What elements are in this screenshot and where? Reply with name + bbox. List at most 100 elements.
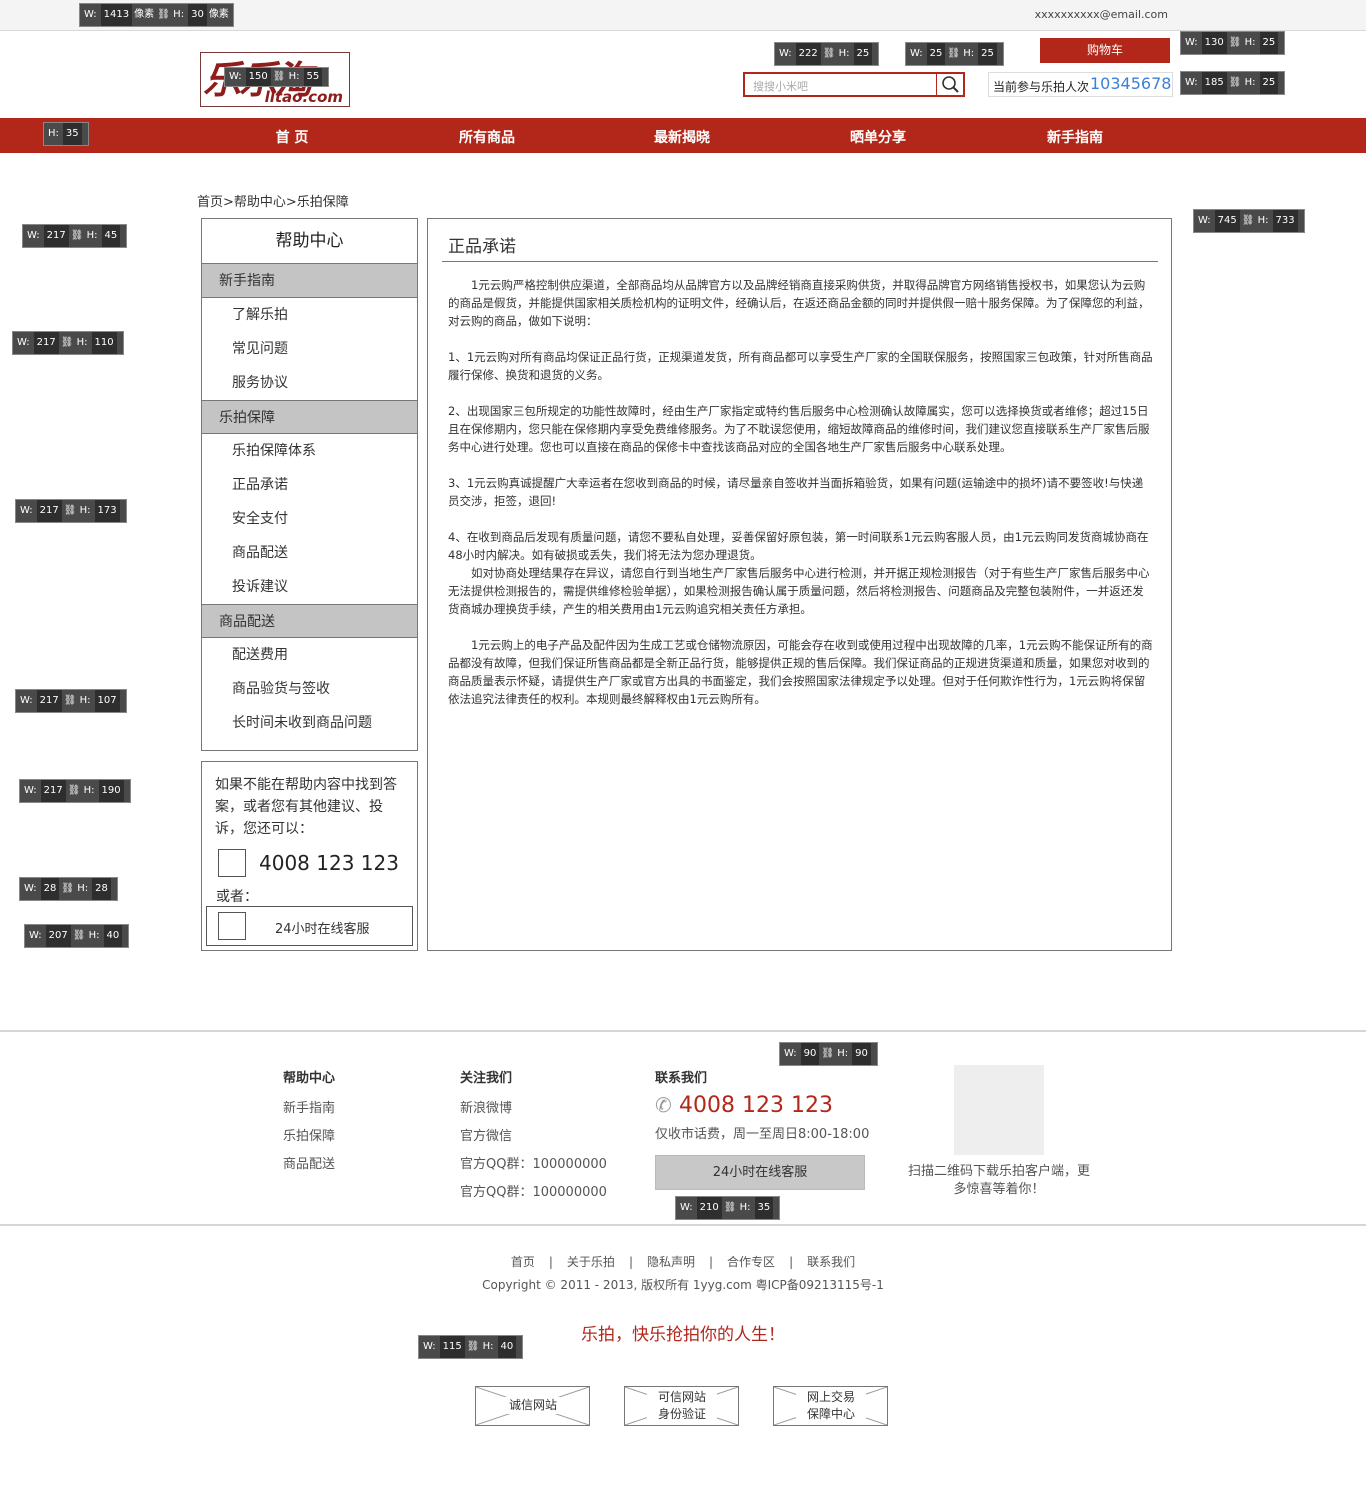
participation-counter: 当前参与乐拍人次 10345678 (988, 72, 1173, 97)
badge-trusted-site[interactable]: 诚信网站 (475, 1386, 590, 1426)
footer-link[interactable]: 新手指南 (283, 1095, 335, 1123)
search-button[interactable] (936, 74, 963, 95)
footer-col-contact: 联系我们 (655, 1067, 707, 1095)
search-input[interactable]: 搜搜小米吧 (753, 78, 808, 94)
dimension-tag: W: 207 ⛓ H: 40 (24, 924, 130, 948)
sidebar-item[interactable]: 乐拍保障体系 (202, 434, 417, 468)
sidebar-item[interactable]: 商品配送 (202, 536, 417, 570)
counter-label: 当前参与乐拍人次 (993, 80, 1090, 94)
search-box[interactable]: 搜搜小米吧 (743, 72, 965, 97)
footer-link[interactable]: 官方QQ群：100000000 (460, 1179, 607, 1207)
article-panel: 正品承诺 1元云购严格控制供应渠道，全部商品均从品牌官方以及品牌经销商直接采购供… (427, 218, 1172, 951)
sidebar-group-guide[interactable]: 新手指南 (202, 264, 417, 298)
footer-col-title: 联系我们 (655, 1071, 708, 1086)
badge-trade-safety[interactable]: 网上交易 保障中心 (773, 1386, 888, 1426)
sidebar-item[interactable]: 安全支付 (202, 502, 417, 536)
qr-caption: 扫描二维码下载乐拍客户端，更多惊喜等着你！ (907, 1164, 1090, 1197)
sidebar-item[interactable]: 服务协议 (202, 366, 417, 400)
dimension-tag: W: 1413 像素 ⛓ H: 30 像素 (79, 3, 234, 27)
online-service-label: 24小时在线客服 (275, 922, 370, 937)
footer-links: 首页 | 关于乐拍 | 隐私声明 | 合作专区 | 联系我们 (510, 1255, 856, 1269)
nav-guide[interactable]: 新手指南 (1015, 127, 1135, 147)
nav-all-products[interactable]: 所有商品 (427, 127, 547, 147)
counter-value: 10345678 (1090, 74, 1172, 93)
title-divider (442, 261, 1158, 262)
sidebar-item[interactable]: 了解乐拍 (202, 298, 417, 332)
footer-link-home[interactable]: 首页 (511, 1255, 535, 1269)
nav-latest[interactable]: 最新揭晓 (622, 127, 742, 147)
help-sidebar: 帮助中心 新手指南 了解乐拍 常见问题 服务协议 乐拍保障 乐拍保障体系 正品承… (201, 218, 418, 751)
qr-code (954, 1065, 1044, 1155)
user-email[interactable]: xxxxxxxxxx@email.com (1035, 8, 1168, 21)
copyright: Copyright © 2011 - 2013, 版权所有 1yyg.com 粤… (482, 1278, 884, 1292)
footer-link[interactable]: 官方微信 (460, 1123, 607, 1151)
dimension-tag: W: 217 ⛓ H: 110 (12, 331, 124, 355)
footer-link-about[interactable]: 关于乐拍 (567, 1255, 615, 1269)
dimension-tag: W: 222 ⛓ H: 25 (774, 42, 880, 66)
article-paragraph: 2、出现国家三包所规定的功能性故障时，经由生产厂家指定或特约售后服务中心检测确认… (448, 404, 1150, 454)
footer-divider (0, 1224, 1366, 1226)
dimension-tag: W: 185 ⛓ H: 25 (1180, 71, 1286, 95)
dimension-tag: W: 130 ⛓ H: 25 (1180, 31, 1286, 55)
article-title: 正品承诺 (448, 237, 516, 257)
dimension-tag: W: 217 ⛓ H: 173 (15, 499, 127, 523)
footer-col-follow: 关注我们 新浪微博 官方微信 官方QQ群：100000000 官方QQ群：100… (460, 1067, 607, 1207)
dimension-tag: W: 210 ⛓ H: 35 (675, 1196, 781, 1220)
footer-link[interactable]: 商品配送 (283, 1151, 335, 1179)
sidebar-item[interactable]: 长时间未收到商品问题 (202, 706, 417, 740)
help-phone: 4008 123 123 (259, 851, 399, 875)
logo-domain: lltao.com (264, 88, 343, 106)
phone-icon (218, 849, 246, 877)
sidebar-group-delivery[interactable]: 商品配送 (202, 604, 417, 638)
footer-link-privacy[interactable]: 隐私声明 (647, 1255, 695, 1269)
dimension-tag: W: 217 ⛓ H: 190 (19, 779, 131, 803)
article-paragraph: 1元云购上的电子产品及配件因为生成工艺或仓储物流原因，可能会存在收到或使用过程中… (448, 638, 1153, 706)
badge-identity[interactable]: 可信网站 身份验证 (624, 1386, 739, 1426)
dimension-tag: W: 217 ⛓ H: 45 (22, 224, 128, 248)
footer-link-contact[interactable]: 联系我们 (807, 1255, 855, 1269)
dimension-tag: W: 150 ⛓ H: 55 (224, 67, 330, 87)
footer-col-help: 帮助中心 新手指南 乐拍保障 商品配送 (283, 1067, 335, 1179)
footer-link[interactable]: 新浪微博 (460, 1095, 607, 1123)
badge-label: 可信网站 身份验证 (647, 1389, 717, 1423)
footer-col-title: 帮助中心 (283, 1071, 336, 1086)
cart-button[interactable]: 购物车 (1040, 38, 1170, 63)
dimension-tag: W: 90 ⛓ H: 90 (779, 1042, 878, 1066)
article-paragraph: 1、1元云购对所有商品均保证正品行货，正规渠道发货，所有商品都可以享受生产厂家的… (448, 350, 1153, 382)
article-paragraph: 4、在收到商品后发现有质量问题，请您不要私自处理，妥善保留好原包装，第一时间联系… (448, 530, 1149, 562)
phone-icon: ✆ (655, 1093, 672, 1117)
help-text: 如果不能在帮助内容中找到答案，或者您有其他建议、投诉，您还可以： (215, 777, 397, 837)
footer-link[interactable]: 官方QQ群：100000000 (460, 1151, 607, 1179)
sidebar-item[interactable]: 商品验货与签收 (202, 672, 417, 706)
main-nav: 首 页 所有商品 最新揭晓 晒单分享 新手指南 (0, 118, 1366, 153)
dimension-tag: W: 115 ⛓ H: 40 (418, 1335, 524, 1359)
slogan: 乐拍，快乐抢拍你的人生！ (581, 1325, 785, 1345)
breadcrumb[interactable]: 首页>帮助中心>乐拍保障 (197, 191, 349, 210)
article-body: 1元云购严格控制供应渠道，全部商品均从品牌官方以及品牌经销商直接采购供货，并取得… (448, 276, 1154, 726)
sidebar-item[interactable]: 常见问题 (202, 332, 417, 366)
dimension-tag: W: 28 ⛓ H: 28 (19, 877, 118, 901)
footer-link-partner[interactable]: 合作专区 (727, 1255, 775, 1269)
footer-link[interactable]: 乐拍保障 (283, 1123, 335, 1151)
sidebar-group-guarantee[interactable]: 乐拍保障 (202, 400, 417, 434)
nav-share[interactable]: 晒单分享 (818, 127, 938, 147)
footer-phone-number: 4008 123 123 (679, 1093, 833, 1118)
nav-home[interactable]: 首 页 (232, 127, 352, 147)
article-paragraph: 如对协商处理结果存在异议，请您自行到当地生产厂家售后服务中心进行检测，并开据正规… (448, 566, 1150, 616)
footer-service-button[interactable]: 24小时在线客服 (655, 1155, 865, 1190)
dimension-tag: W: 25 ⛓ H: 25 (905, 42, 1004, 66)
footer-divider (0, 1030, 1366, 1032)
article-paragraph: 3、1元云购真诚提醒广大幸运者在您收到商品的时候，请尽量亲自签收并当面拆箱验货，… (448, 476, 1144, 508)
sidebar-item[interactable]: 投诉建议 (202, 570, 417, 604)
online-service-button[interactable]: 24小时在线客服 (206, 906, 413, 946)
dimension-tag: W: 217 ⛓ H: 107 (15, 689, 127, 713)
sidebar-item[interactable]: 正品承诺 (202, 468, 417, 502)
badge-label: 诚信网站 (498, 1397, 568, 1414)
sidebar-title: 帮助中心 (202, 219, 417, 264)
footer-col-title: 关注我们 (460, 1071, 513, 1086)
search-icon (942, 76, 959, 93)
sidebar-item[interactable]: 配送费用 (202, 638, 417, 672)
chat-icon (218, 912, 246, 940)
article-paragraph: 1元云购严格控制供应渠道，全部商品均从品牌官方以及品牌经销商直接采购供货，并取得… (448, 278, 1150, 328)
dimension-tag: H: 35 (43, 122, 89, 146)
